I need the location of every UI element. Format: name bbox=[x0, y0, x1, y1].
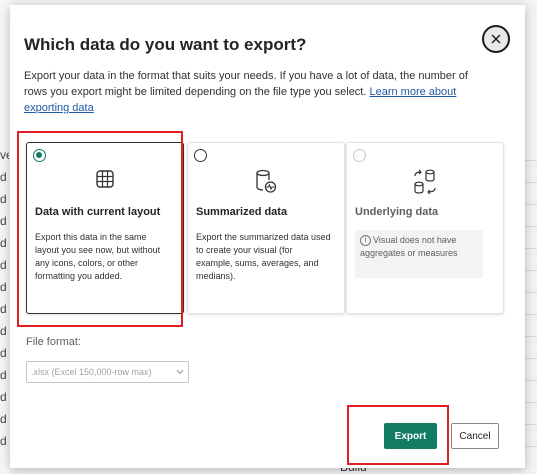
file-format-select: .xlsx (Excel 150,000-row max) bbox=[26, 361, 189, 383]
file-format-label: File format: bbox=[26, 336, 82, 348]
background-row-divider bbox=[525, 358, 537, 359]
background-row-divider bbox=[525, 314, 537, 315]
background-row-divider bbox=[525, 182, 537, 183]
background-text: d bbox=[0, 324, 7, 338]
radio-underlying-data bbox=[353, 149, 366, 162]
background-row-divider bbox=[525, 226, 537, 227]
background-text: d bbox=[0, 302, 7, 316]
background-row-divider bbox=[525, 402, 537, 403]
background-text: d bbox=[0, 192, 7, 206]
chevron-down-icon bbox=[176, 369, 184, 375]
database-pulse-icon bbox=[256, 169, 277, 193]
radio-summarized-data[interactable] bbox=[194, 149, 207, 162]
background-app-right bbox=[525, 0, 537, 473]
background-text: d bbox=[0, 236, 7, 250]
background-text: d bbox=[0, 346, 7, 360]
export-button[interactable]: Export bbox=[384, 423, 437, 449]
option-info-text: Visual does not have aggregates or measu… bbox=[360, 235, 458, 258]
close-button[interactable] bbox=[482, 25, 510, 53]
data-transform-icon bbox=[414, 169, 436, 195]
background-row-divider bbox=[525, 160, 537, 161]
option-description: Export the summarized data used to creat… bbox=[196, 232, 331, 281]
background-row-divider bbox=[525, 204, 537, 205]
background-row-divider bbox=[525, 424, 537, 425]
option-description: Export this data in the same layout you … bbox=[35, 232, 161, 281]
background-row-divider bbox=[525, 292, 537, 293]
background-text: d bbox=[0, 170, 7, 184]
close-icon bbox=[491, 34, 501, 44]
option-summarized-data[interactable]: Summarized data Export the summarized da… bbox=[187, 142, 345, 314]
background-text: d bbox=[0, 412, 7, 426]
background-row-divider bbox=[525, 380, 537, 381]
background-text: d bbox=[0, 434, 7, 448]
background-row-divider bbox=[525, 446, 537, 447]
option-current-layout[interactable]: Data with current layout Export this dat… bbox=[26, 142, 184, 314]
background-text: d bbox=[0, 390, 7, 404]
background-app-left: ve d d d d d d d d d d d d d bbox=[0, 0, 10, 473]
option-title: Summarized data bbox=[196, 206, 288, 218]
background-text: d bbox=[0, 214, 7, 228]
option-info-box: i Visual does not have aggregates or meas… bbox=[355, 230, 483, 278]
table-grid-icon bbox=[96, 170, 114, 188]
background-text: d bbox=[0, 368, 7, 382]
background-row-divider bbox=[525, 336, 537, 337]
cancel-button[interactable]: Cancel bbox=[451, 423, 499, 449]
background-text: d bbox=[0, 280, 7, 294]
file-format-value: .xlsx (Excel 150,000-row max) bbox=[31, 367, 152, 377]
option-underlying-data: Underlying data i Visual does not have ag… bbox=[346, 142, 504, 314]
background-text: ve bbox=[0, 148, 9, 162]
dialog-title: Which data do you want to export? bbox=[24, 35, 307, 54]
background-row-divider bbox=[525, 270, 537, 271]
background-text: d bbox=[0, 258, 7, 272]
option-title: Data with current layout bbox=[35, 206, 161, 218]
dialog-description: Export your data in the format that suit… bbox=[24, 68, 494, 116]
radio-current-layout[interactable] bbox=[33, 149, 46, 162]
export-data-dialog: Which data do you want to export? Export… bbox=[10, 5, 525, 468]
background-row-divider bbox=[525, 248, 537, 249]
info-icon: i bbox=[360, 235, 371, 247]
option-title: Underlying data bbox=[355, 206, 439, 218]
